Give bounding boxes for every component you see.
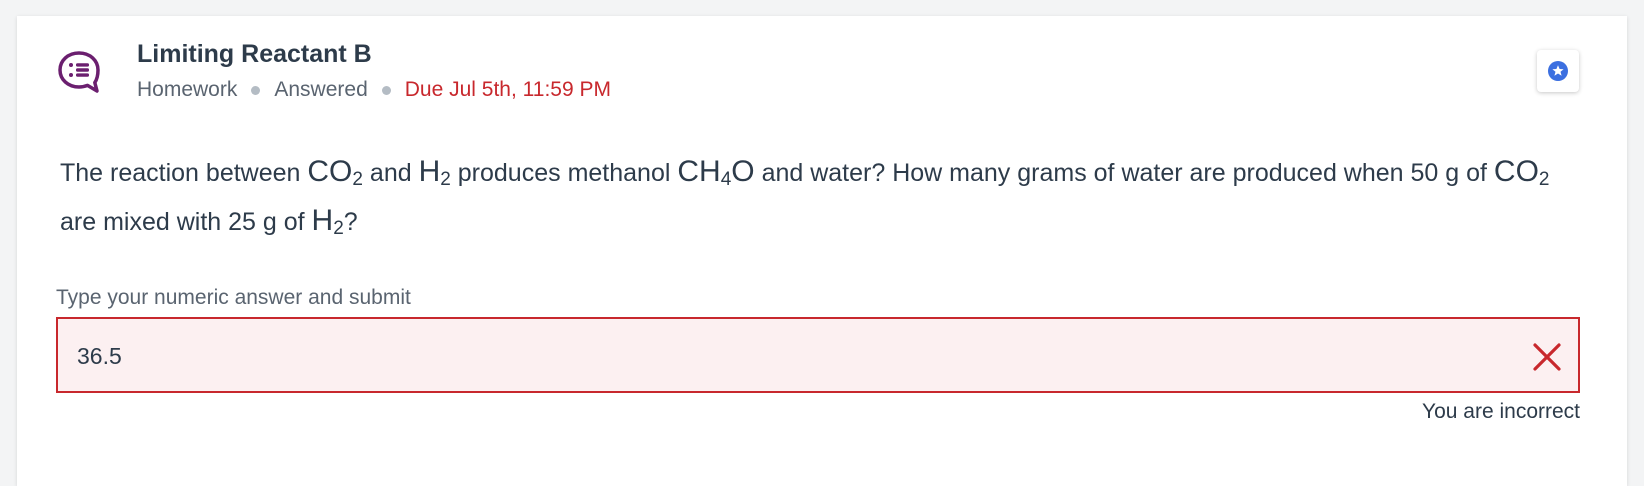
- formula-subscript: 2: [333, 218, 344, 239]
- question-meta: Homework Answered Due Jul 5th, 11:59 PM: [137, 78, 611, 102]
- due-date: Due Jul 5th, 11:59 PM: [404, 78, 611, 101]
- formula-co2: CO2: [1493, 155, 1550, 190]
- answer-input[interactable]: 36.5: [56, 317, 1580, 393]
- question-status: Answered: [274, 78, 368, 101]
- formula-subscript: 4: [720, 169, 732, 190]
- question-text-part: The reaction between: [60, 159, 308, 187]
- formula-base: CO: [1493, 155, 1539, 188]
- formula-h2: H2: [311, 204, 344, 239]
- close-icon: [1533, 343, 1561, 371]
- answer-prompt: Type your numeric answer and submit: [56, 286, 411, 309]
- formula-base: CH: [677, 155, 721, 188]
- formula-co2: CO2: [307, 155, 363, 190]
- question-card: Limiting Reactant B Homework Answered Du…: [17, 16, 1627, 486]
- question-text-part: and water? How many grams of water are p…: [754, 159, 1494, 187]
- question-text-part: produces methanol: [450, 159, 678, 187]
- star-icon: [1548, 61, 1568, 81]
- formula-ch4o: CH4O: [677, 155, 755, 190]
- answer-feedback: You are incorrect: [1422, 400, 1580, 423]
- separator-dot: [251, 85, 261, 95]
- favorite-button[interactable]: [1537, 50, 1579, 92]
- formula-base: H: [418, 155, 441, 188]
- question-text: The reaction between CO2 and H2 produces…: [60, 148, 1580, 246]
- question-list-icon: [55, 48, 103, 96]
- question-text-part: are mixed with 25 g of: [60, 208, 312, 236]
- formula-subscript: 2: [440, 169, 451, 190]
- question-type: Homework: [137, 78, 238, 101]
- question-text-part: and: [362, 159, 419, 187]
- formula-base: O: [731, 155, 755, 188]
- page-title: Limiting Reactant B: [137, 40, 372, 68]
- formula-base: CO: [307, 155, 353, 188]
- formula-base: H: [311, 204, 334, 237]
- question-text-part: ?: [343, 208, 358, 236]
- separator-dot: [381, 85, 391, 95]
- answer-value[interactable]: 36.5: [77, 343, 122, 370]
- formula-h2: H2: [418, 155, 451, 190]
- formula-subscript: 2: [1538, 169, 1550, 190]
- formula-subscript: 2: [352, 169, 363, 190]
